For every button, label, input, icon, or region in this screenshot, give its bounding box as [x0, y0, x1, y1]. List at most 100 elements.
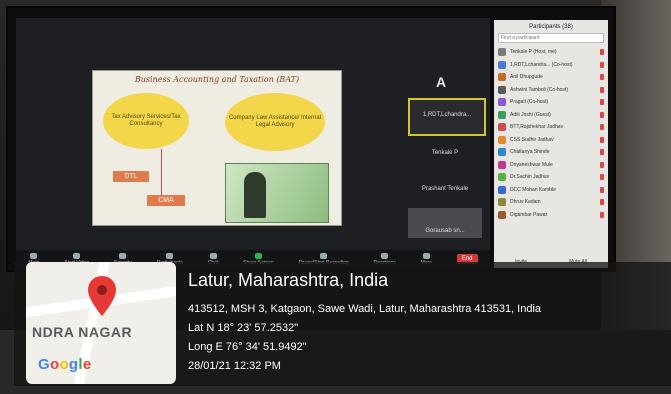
participant-row[interactable]: Digambar Pawar	[494, 209, 608, 222]
video-icon	[73, 252, 81, 259]
muted-mic-icon[interactable]	[600, 136, 604, 143]
participant-name: Anil Dhupgude	[510, 74, 543, 81]
participant-row[interactable]: Dnyaneshwar Mule	[494, 159, 608, 172]
participant-name: Ashwini Tamboli (Co-host)	[510, 86, 568, 93]
location-address: 413512, MSH 3, Katgaon, Sawe Wadi, Latur…	[188, 303, 542, 315]
google-logo: Google	[38, 356, 92, 373]
muted-mic-icon[interactable]	[600, 124, 604, 131]
muted-mic-icon[interactable]	[600, 74, 604, 81]
participant-name: Digambar Pawar	[510, 211, 548, 218]
reaction-icon	[381, 252, 389, 259]
muted-mic-icon[interactable]	[600, 61, 604, 68]
muted-mic-icon[interactable]	[600, 149, 604, 156]
participant-avatar	[498, 173, 506, 182]
participant-avatar	[498, 135, 506, 144]
participant-avatar	[498, 160, 506, 169]
map-pin-icon	[88, 276, 116, 316]
video-tile-label: Prashant Tenkale	[421, 186, 469, 192]
slide-presenter-image	[225, 163, 329, 223]
muted-mic-icon[interactable]	[600, 199, 604, 206]
slide-bubble-right: Company Law Assistance/ Internal Legal A…	[225, 93, 325, 151]
monitor: Business Accounting and Taxation (BAT) T…	[6, 6, 616, 272]
map-thumbnail: NDRA NAGAR Google	[26, 262, 176, 384]
participant-name: Dhruv Kadam	[510, 199, 541, 206]
muted-mic-icon[interactable]	[600, 174, 604, 181]
location-longitude: Long E 76° 34' 51.9492"	[188, 341, 307, 353]
participant-name: 1,RDT,Lchandra... (Co-host)	[510, 61, 573, 68]
participant-row[interactable]: Pragati (Co-host)	[494, 96, 608, 109]
participant-search-input[interactable]: Find a participant	[498, 33, 604, 43]
more-icon	[422, 252, 430, 259]
share-icon	[254, 252, 262, 259]
participant-avatar	[498, 198, 506, 207]
people-icon	[166, 252, 174, 259]
participant-row[interactable]: Dhruv Kadam	[494, 196, 608, 209]
participant-row[interactable]: CSS Sudhir Jadhav	[494, 134, 608, 147]
location-title: Latur, Maharashtra, India	[188, 270, 389, 290]
participant-row[interactable]: Dr.Sachin Jadhav	[494, 171, 608, 184]
photo-background: Business Accounting and Taxation (BAT) T…	[0, 0, 671, 394]
participant-row[interactable]: Tenkale P (Host, me)	[494, 46, 608, 59]
participant-name: Dr.Sachin Jadhav	[510, 174, 550, 181]
shield-icon	[119, 252, 127, 259]
participant-avatar	[498, 48, 506, 57]
participant-name: Dnyaneshwar Mule	[510, 161, 553, 168]
participant-name: Chaitanya Shinde	[510, 149, 550, 156]
participant-name: DCC Mohan Kamble	[510, 186, 556, 193]
participant-avatar	[498, 148, 506, 157]
muted-mic-icon[interactable]	[600, 161, 604, 168]
participant-avatar	[498, 210, 506, 219]
video-tiles-column: A 1,RDT,Lchandra... Tenkale P Prashant T…	[408, 74, 488, 244]
participant-row[interactable]: Aditi Joshi (Guest)	[494, 109, 608, 122]
video-tile[interactable]: Tenkale P	[408, 140, 482, 174]
presenter-figure	[244, 172, 266, 218]
muted-mic-icon[interactable]	[600, 186, 604, 193]
mic-icon	[30, 252, 38, 259]
video-tile[interactable]: Prashant Tenkale	[408, 178, 482, 212]
participant-name: Aditi Joshi (Guest)	[510, 111, 551, 118]
chat-icon	[209, 252, 217, 259]
video-tile[interactable]: Gorausab sn...	[408, 208, 482, 238]
slide-box-cma: CMA	[147, 195, 185, 206]
participant-avatar-letter: A	[436, 74, 447, 90]
participant-name: CSS Sudhir Jadhav	[510, 136, 554, 143]
location-datetime: 28/01/21 12:32 PM	[188, 360, 281, 372]
muted-mic-icon[interactable]	[600, 49, 604, 56]
participant-avatar	[498, 60, 506, 69]
participant-name: Tenkale P (Host, me)	[510, 49, 557, 56]
participant-name: BTT,Rajshekhar Jadhav	[510, 124, 564, 131]
video-tile-label: 1,RDT,Lchandra...	[422, 112, 472, 118]
participants-panel: Participants (38) Find a participant Ten…	[494, 20, 608, 268]
participants-title: Participants (38)	[529, 24, 573, 30]
participant-row[interactable]: BTT,Rajshekhar Jadhav	[494, 121, 608, 134]
participant-name: Pragati (Co-host)	[510, 99, 549, 106]
muted-mic-icon[interactable]	[600, 99, 604, 106]
map-place-label: NDRA NAGAR	[32, 324, 133, 340]
participant-avatar	[498, 73, 506, 82]
participant-avatar	[498, 110, 506, 119]
video-tile-active[interactable]: 1,RDT,Lchandra...	[408, 98, 486, 136]
muted-mic-icon[interactable]	[600, 86, 604, 93]
participant-list: Tenkale P (Host, me) 1,RDT,Lchandra... (C…	[494, 46, 608, 221]
participant-row[interactable]: Anil Dhupgude	[494, 71, 608, 84]
video-tile-label: Tenkale P	[431, 150, 459, 156]
record-icon	[320, 252, 328, 259]
participant-avatar	[498, 123, 506, 132]
slide-title: Business Accounting and Taxation (BAT)	[134, 75, 300, 84]
slide-bubble-left: Tax Advisory Services/Tax Consultancy	[103, 93, 189, 149]
participant-row[interactable]: Chaitanya Shinde	[494, 146, 608, 159]
slide-connector	[161, 149, 162, 195]
location-latitude: Lat N 18° 23' 57.2532"	[188, 322, 299, 334]
video-tile-label: Gorausab sn...	[425, 228, 465, 234]
participant-avatar	[498, 85, 506, 94]
participant-avatar	[498, 185, 506, 194]
zoom-meeting-area: Business Accounting and Taxation (BAT) T…	[16, 18, 490, 250]
participant-row[interactable]: DCC Mohan Kamble	[494, 184, 608, 197]
shared-slide: Business Accounting and Taxation (BAT) T…	[92, 70, 342, 226]
participant-avatar	[498, 98, 506, 107]
participant-row[interactable]: 1,RDT,Lchandra... (Co-host)	[494, 59, 608, 72]
slide-box-dtl: DTL	[113, 171, 149, 182]
participant-row[interactable]: Ashwini Tamboli (Co-host)	[494, 84, 608, 97]
muted-mic-icon[interactable]	[600, 211, 604, 218]
muted-mic-icon[interactable]	[600, 111, 604, 118]
